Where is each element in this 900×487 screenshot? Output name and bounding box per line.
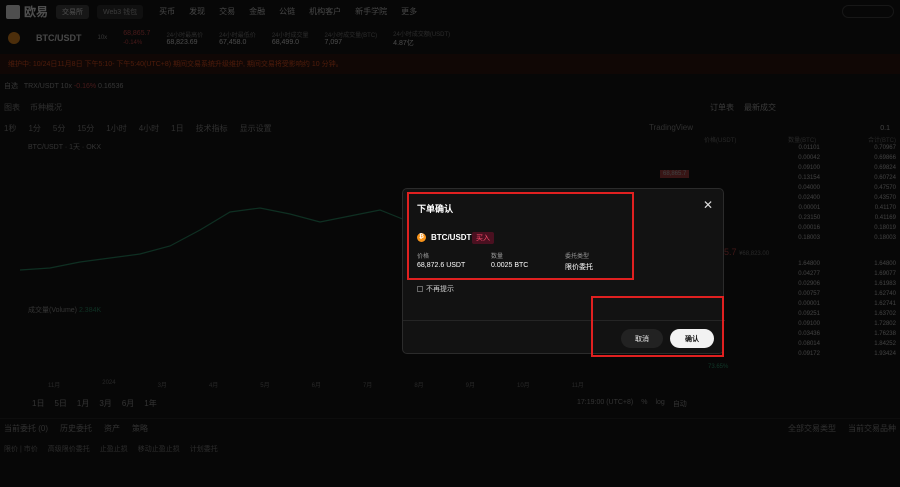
checkbox-box[interactable] [417,286,423,292]
order-confirm-dialog: 下单确认 ✕ ₿ BTC/USDT 买入 价格 68,872.6 USDT 数量… [402,188,725,354]
quantity-label: 数量 [491,254,504,260]
order-type-value: 限价委托 [565,264,593,271]
quantity-value: 0.0025 BTC [491,262,529,269]
dialog-title: 下单确认 [417,204,454,214]
dialog-divider [403,320,725,321]
btc-coin-icon: ₿ [417,233,426,242]
close-icon[interactable]: ✕ [701,198,715,212]
order-type-label: 委托类型 [565,254,590,260]
dont-show-again-checkbox[interactable]: 不再提示 [417,284,454,294]
order-pair: BTC/USDT [431,233,472,242]
order-side-badge: 买入 [472,232,494,244]
price-value: 68,872.6 USDT [417,262,466,269]
price-label: 价格 [417,254,430,260]
cancel-button[interactable]: 取消 [621,329,663,348]
confirm-button[interactable]: 确认 [670,329,714,348]
dont-show-again-label: 不再提示 [426,286,454,293]
